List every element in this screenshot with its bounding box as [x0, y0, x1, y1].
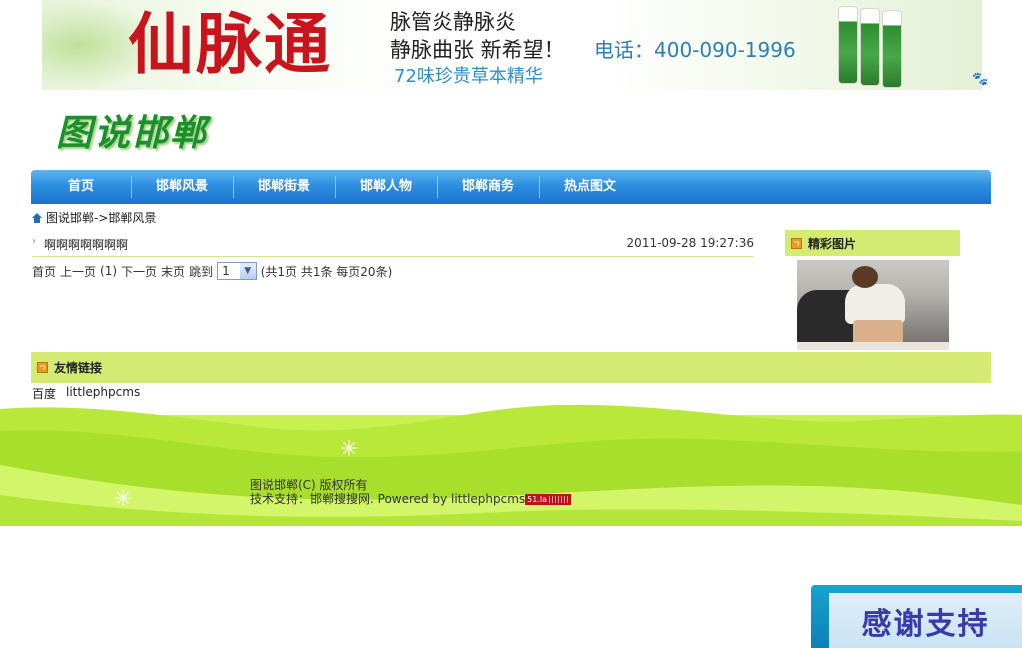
- pager-next[interactable]: 下一页: [121, 263, 157, 280]
- product-package: [860, 8, 880, 86]
- breadcrumb-text[interactable]: 图说邯郸->邯郸风景: [46, 209, 156, 226]
- product-package: [838, 6, 858, 84]
- paw-icon[interactable]: 🐾: [972, 72, 988, 87]
- nav-item-street[interactable]: 邯郸街景: [233, 170, 335, 204]
- pager-first[interactable]: 首页: [32, 263, 56, 280]
- product-package: [882, 10, 902, 88]
- stats-bars-icon: [549, 496, 570, 503]
- side-panel-header: 精彩图片: [785, 230, 960, 256]
- photo-person-head: [852, 266, 878, 288]
- nav-item-business[interactable]: 邯郸商务: [437, 170, 539, 204]
- sparkle-icon: ✳: [114, 487, 133, 512]
- pager-jump-label: 跳到: [189, 264, 214, 279]
- banner-phone: 电话：400-090-1996: [594, 38, 796, 62]
- article-row: › 啊啊啊啊啊啊啊 2011-09-28 19:27:36: [32, 232, 754, 257]
- page-select-value: 1: [222, 264, 230, 278]
- friend-links-title: 友情链接: [54, 361, 103, 375]
- banner-line1: 脉管炎静脉炎: [390, 10, 516, 34]
- article-title[interactable]: 啊啊啊啊啊啊啊: [44, 236, 128, 253]
- thanks-support-button[interactable]: 感谢支持: [811, 585, 1022, 648]
- rss-icon: [37, 362, 48, 373]
- pager-summary: (共1页 共1条 每页20条): [260, 264, 393, 279]
- site-logo[interactable]: 图说邯郸: [56, 104, 208, 156]
- nav-item-people[interactable]: 邯郸人物: [335, 170, 437, 204]
- home-icon: [32, 212, 42, 223]
- photo-ground: [797, 342, 949, 350]
- arrow-icon: ›: [32, 236, 36, 247]
- footer-text: 图说邯郸(C) 版权所有 技术支持：邯郸搜搜网. Powered by litt…: [250, 478, 572, 506]
- main-nav: 首页 邯郸风景 邯郸街景 邯郸人物 邯郸商务 热点图文: [31, 170, 991, 204]
- featured-photo[interactable]: [797, 260, 949, 350]
- chevron-down-icon[interactable]: ▼: [239, 263, 256, 279]
- stats-badge-label: 51.la: [527, 495, 548, 504]
- banner-brand: 仙脉通: [128, 5, 332, 83]
- footer-background: ✳ ✳: [0, 395, 1022, 526]
- nav-item-scenery[interactable]: 邯郸风景: [131, 170, 233, 204]
- sparkle-icon: ✳: [340, 437, 359, 462]
- pager-last[interactable]: 末页: [161, 263, 185, 280]
- thanks-support-label: 感谢支持: [829, 593, 1022, 648]
- friend-link-baidu[interactable]: 百度: [32, 385, 56, 402]
- pager-current: (1): [100, 264, 118, 278]
- nav-item-home[interactable]: 首页: [31, 170, 131, 204]
- article-date: 2011-09-28 19:27:36: [626, 236, 754, 250]
- side-panel-title: 精彩图片: [808, 236, 857, 251]
- stats-badge[interactable]: 51.la: [525, 494, 572, 505]
- friend-links-header: 友情链接: [31, 352, 991, 383]
- pager: 首页 上一页 (1) 下一页 末页 跳到 1 ▼ (共1页 共1条 每页20条): [32, 262, 392, 280]
- copyright: 图说邯郸(C) 版权所有: [250, 478, 368, 492]
- photo-dress: [845, 284, 905, 324]
- friend-link-littlephpcms[interactable]: littlephpcms: [66, 385, 140, 402]
- banner-line3: 72味珍贵草本精华: [394, 66, 543, 87]
- page-select[interactable]: 1 ▼: [217, 262, 257, 280]
- friend-links: 百度 littlephpcms: [32, 385, 140, 402]
- rss-icon: [791, 237, 802, 249]
- nav-item-hot[interactable]: 热点图文: [539, 170, 641, 204]
- tech-support-text[interactable]: 技术支持：邯郸搜搜网. Powered by littlephpcms: [250, 492, 525, 506]
- breadcrumb: 图说邯郸->邯郸风景: [32, 209, 156, 226]
- tech-support: 技术支持：邯郸搜搜网. Powered by littlephpcms 51.la: [250, 492, 572, 506]
- footer-waves: [0, 404, 1022, 526]
- banner-ad[interactable]: 仙脉通 脉管炎静脉炎 静脉曲张 新希望！ 电话：400-090-1996 72味…: [42, 0, 982, 90]
- banner-line2: 静脉曲张 新希望！: [390, 38, 565, 62]
- pager-prev[interactable]: 上一页: [60, 263, 96, 280]
